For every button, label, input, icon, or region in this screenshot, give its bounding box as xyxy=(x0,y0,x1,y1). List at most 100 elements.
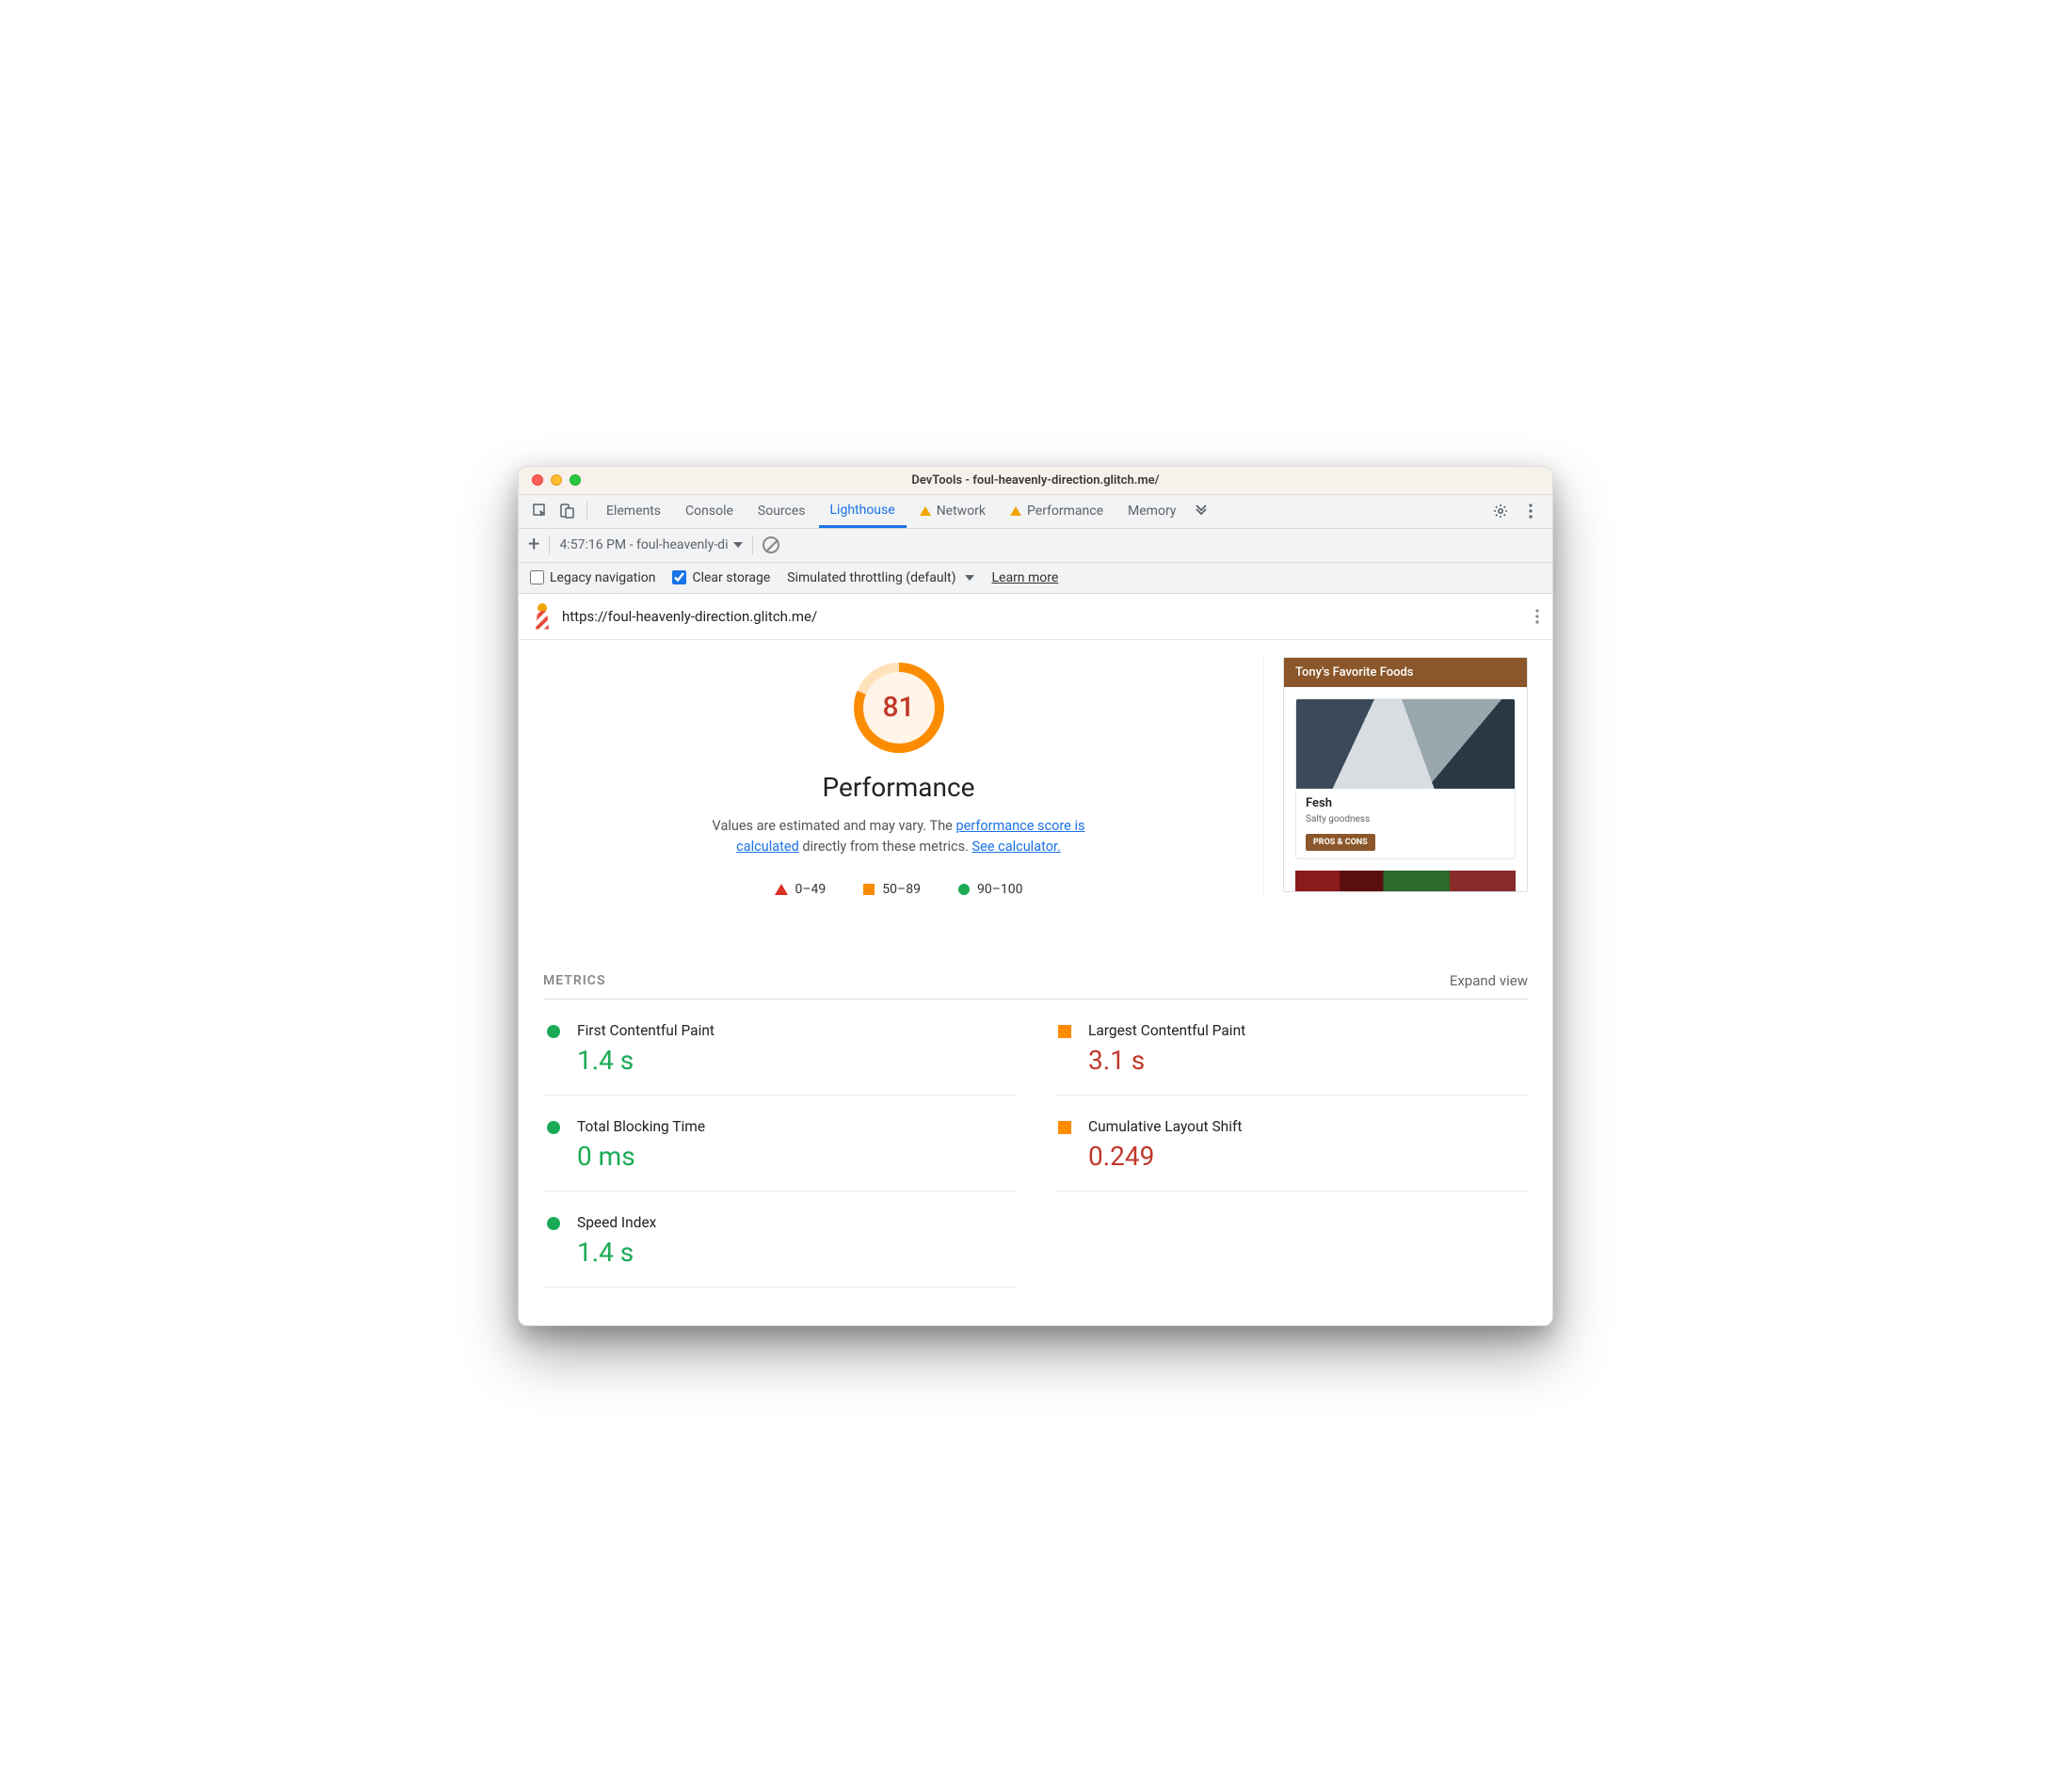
settings-gear-icon[interactable] xyxy=(1488,499,1513,523)
clear-icon[interactable] xyxy=(763,536,779,553)
metric-row[interactable]: Cumulative Layout Shift 0.249 xyxy=(1054,1096,1528,1192)
lighthouse-toolbar: + 4:57:16 PM - foul-heavenly-di xyxy=(519,529,1552,563)
legend-mid: 50–89 xyxy=(863,882,921,897)
preview-frame: Tony's Favorite Foods Fesh Salty goodnes… xyxy=(1283,657,1528,892)
preview-card: Fesh Salty goodness PROS & CONS xyxy=(1295,698,1516,859)
divider xyxy=(549,536,550,554)
legacy-navigation-checkbox[interactable]: Legacy navigation xyxy=(530,570,655,585)
lighthouse-settings-row: Legacy navigation Clear storage Simulate… xyxy=(519,563,1552,594)
preview-next-card xyxy=(1295,871,1516,891)
divider xyxy=(586,502,587,520)
hero-summary: 81 Performance Values are estimated and … xyxy=(543,657,1264,898)
metrics-title: METRICS xyxy=(543,973,606,988)
legend-high: 90–100 xyxy=(958,882,1023,897)
metrics-grid: First Contentful Paint 1.4 s Largest Conte… xyxy=(543,1000,1528,1288)
metric-value: 1.4 s xyxy=(577,1237,656,1268)
desc-text: directly from these metrics. xyxy=(799,839,972,855)
throttling-label: Simulated throttling (default) xyxy=(787,570,955,585)
inspect-element-icon[interactable] xyxy=(528,499,553,523)
preview-header: Tony's Favorite Foods xyxy=(1284,658,1527,687)
more-tabs-icon[interactable] xyxy=(1189,499,1213,523)
square-icon xyxy=(1058,1025,1071,1038)
circle-icon xyxy=(547,1217,560,1230)
clear-storage-checkbox[interactable]: Clear storage xyxy=(672,570,770,585)
device-toggle-icon[interactable] xyxy=(554,499,579,523)
tab-network[interactable]: Network xyxy=(908,494,997,528)
score-value: 81 xyxy=(863,672,935,744)
tab-console[interactable]: Console xyxy=(674,494,745,528)
legend-low: 0–49 xyxy=(775,882,827,897)
warning-icon xyxy=(920,506,931,516)
warning-icon xyxy=(1010,506,1021,516)
metric-name: Speed Index xyxy=(577,1214,656,1231)
tab-lighthouse[interactable]: Lighthouse xyxy=(819,494,907,528)
preview-image xyxy=(1296,699,1515,789)
clear-storage-label: Clear storage xyxy=(692,570,770,585)
tab-performance[interactable]: Performance xyxy=(999,494,1115,528)
metric-value: 0 ms xyxy=(577,1141,705,1172)
metric-body: Speed Index 1.4 s xyxy=(577,1214,656,1268)
circle-icon xyxy=(547,1121,560,1134)
metric-body: Total Blocking Time 0 ms xyxy=(577,1118,705,1172)
metric-value: 1.4 s xyxy=(577,1045,714,1076)
lighthouse-logo-icon xyxy=(532,603,553,630)
caret-down-icon xyxy=(733,542,743,548)
legend-high-label: 90–100 xyxy=(977,882,1023,897)
report-url: https://foul-heavenly-direction.glitch.m… xyxy=(562,608,817,625)
new-report-button[interactable]: + xyxy=(528,535,539,555)
tab-elements[interactable]: Elements xyxy=(595,494,672,528)
legend-low-label: 0–49 xyxy=(795,882,827,897)
metric-name: First Contentful Paint xyxy=(577,1022,714,1039)
metric-name: Cumulative Layout Shift xyxy=(1088,1118,1242,1135)
metric-body: First Contentful Paint 1.4 s xyxy=(577,1022,714,1076)
preview-card-title: Fesh xyxy=(1306,796,1505,810)
metric-name: Largest Contentful Paint xyxy=(1088,1022,1245,1039)
caret-down-icon xyxy=(965,575,974,581)
category-description: Values are estimated and may vary. The p… xyxy=(701,816,1097,858)
triangle-icon xyxy=(775,884,788,895)
hero: 81 Performance Values are estimated and … xyxy=(543,657,1528,898)
tab-network-label: Network xyxy=(937,504,986,519)
report-menu-icon[interactable] xyxy=(1535,609,1539,624)
metric-body: Cumulative Layout Shift 0.249 xyxy=(1088,1118,1242,1172)
metric-value: 0.249 xyxy=(1088,1141,1242,1172)
metric-row[interactable]: Largest Contentful Paint 3.1 s xyxy=(1054,1000,1528,1096)
circle-icon xyxy=(547,1025,560,1038)
metric-body: Largest Contentful Paint 3.1 s xyxy=(1088,1022,1245,1076)
report-select[interactable]: 4:57:16 PM - foul-heavenly-di xyxy=(559,537,743,552)
tab-memory[interactable]: Memory xyxy=(1116,494,1187,528)
report-select-label: 4:57:16 PM - foul-heavenly-di xyxy=(559,537,728,552)
score-gauge: 81 xyxy=(854,663,944,753)
metric-row[interactable]: First Contentful Paint 1.4 s xyxy=(543,1000,1017,1096)
expand-view-button[interactable]: Expand view xyxy=(1450,972,1528,989)
see-calculator-link[interactable]: See calculator. xyxy=(972,839,1061,855)
square-icon xyxy=(863,884,875,895)
learn-more-link[interactable]: Learn more xyxy=(991,570,1058,585)
metric-row[interactable]: Speed Index 1.4 s xyxy=(543,1192,1017,1288)
legacy-navigation-label: Legacy navigation xyxy=(550,570,655,585)
devtools-tabbar: Elements Console Sources Lighthouse Netw… xyxy=(519,495,1552,529)
circle-icon xyxy=(958,884,970,895)
desc-text: Values are estimated and may vary. The xyxy=(713,818,956,834)
category-title: Performance xyxy=(823,772,975,803)
metrics-header: METRICS Expand view xyxy=(543,972,1528,1000)
square-icon xyxy=(1058,1121,1071,1134)
page-preview: Tony's Favorite Foods Fesh Salty goodnes… xyxy=(1283,657,1528,898)
devtools-window: DevTools - foul-heavenly-direction.glitc… xyxy=(518,466,1553,1327)
metric-value: 3.1 s xyxy=(1088,1045,1245,1076)
throttling-select[interactable]: Simulated throttling (default) xyxy=(787,570,974,585)
preview-card-subtitle: Salty goodness xyxy=(1306,814,1505,824)
titlebar: DevTools - foul-heavenly-direction.glitc… xyxy=(519,467,1552,495)
divider xyxy=(752,536,753,554)
window-title: DevTools - foul-heavenly-direction.glitc… xyxy=(519,473,1552,488)
score-legend: 0–49 50–89 90–100 xyxy=(775,882,1023,897)
report-content: 81 Performance Values are estimated and … xyxy=(519,640,1552,1326)
report-url-row: https://foul-heavenly-direction.glitch.m… xyxy=(519,594,1552,640)
tab-performance-label: Performance xyxy=(1027,504,1103,519)
preview-card-button: PROS & CONS xyxy=(1306,834,1375,851)
tab-sources[interactable]: Sources xyxy=(747,494,817,528)
metric-row[interactable]: Total Blocking Time 0 ms xyxy=(543,1096,1017,1192)
legend-mid-label: 50–89 xyxy=(882,882,921,897)
metric-name: Total Blocking Time xyxy=(577,1118,705,1135)
kebab-menu-icon[interactable] xyxy=(1518,499,1543,523)
